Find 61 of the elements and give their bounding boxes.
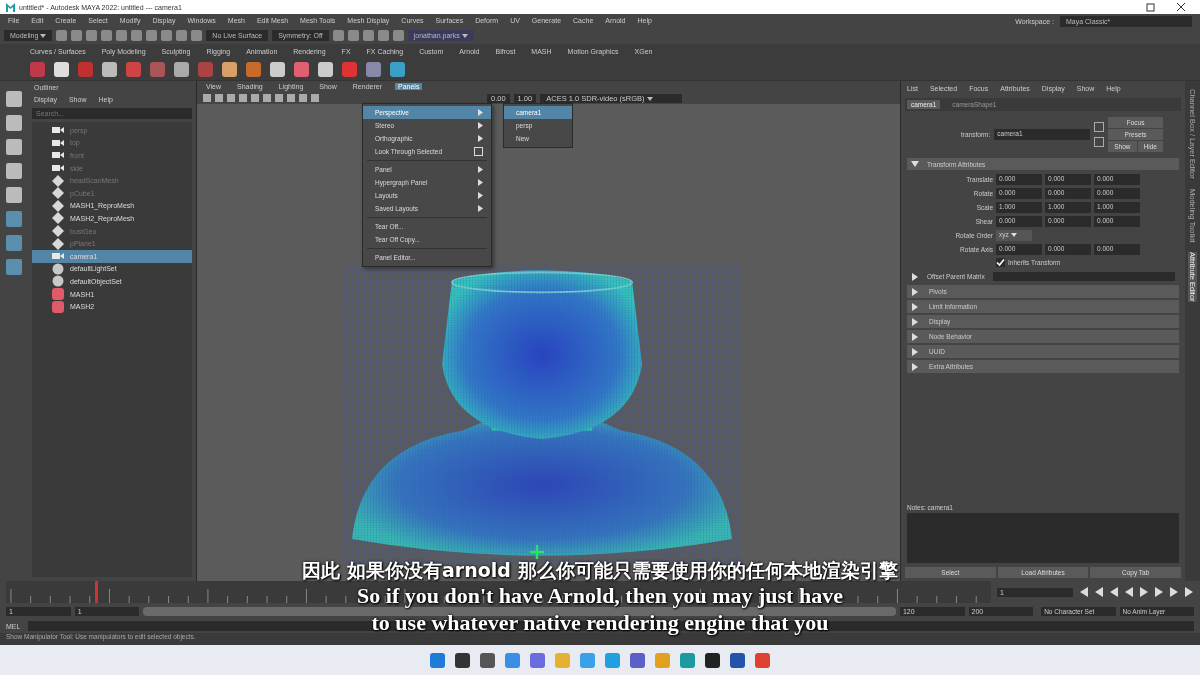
toolbar-icon[interactable] bbox=[71, 30, 83, 41]
option-box-icon bbox=[474, 147, 483, 156]
toolbar-icon[interactable] bbox=[101, 30, 113, 41]
toolbar-icon[interactable] bbox=[347, 30, 359, 41]
toolbar-icon[interactable] bbox=[146, 30, 158, 41]
axis-icon bbox=[530, 545, 544, 559]
camera-icon bbox=[52, 252, 64, 261]
toolbar-icon[interactable] bbox=[161, 30, 173, 41]
toggle-icon[interactable] bbox=[1094, 137, 1105, 147]
toolbar-icon[interactable] bbox=[56, 30, 68, 41]
taskbar-app-icon[interactable] bbox=[480, 652, 495, 668]
range-slider-handle[interactable] bbox=[143, 606, 896, 616]
shelf-icon[interactable] bbox=[222, 61, 237, 77]
shelf-icon[interactable] bbox=[102, 61, 117, 77]
set-icon bbox=[52, 275, 64, 288]
transform-icon bbox=[52, 174, 64, 187]
transform-icon bbox=[52, 187, 64, 200]
toolbar-icon[interactable] bbox=[131, 30, 143, 41]
shelf-icon[interactable] bbox=[366, 61, 381, 77]
set-icon bbox=[52, 262, 64, 275]
shelf-icon[interactable] bbox=[318, 61, 333, 77]
subtitle-line: So if you don't have Arnold, then you may just have bbox=[357, 583, 843, 609]
mash-node-icon bbox=[52, 300, 64, 313]
notes-field[interactable] bbox=[907, 513, 1179, 563]
subtitle-line: 因此 如果你没有arnold 那么你可能只需要使用你的任何本地渲染引擎 bbox=[302, 560, 898, 581]
toggle-icon[interactable] bbox=[1094, 122, 1105, 132]
taskbar-app-icon[interactable] bbox=[705, 652, 720, 668]
taskbar-app-icon[interactable] bbox=[730, 652, 745, 668]
checkbox[interactable] bbox=[996, 258, 1005, 267]
shelf-icon[interactable] bbox=[174, 61, 189, 77]
matrix-field[interactable] bbox=[992, 272, 1175, 281]
restore-icon[interactable] bbox=[1146, 2, 1156, 12]
toolbar-icon[interactable] bbox=[191, 30, 203, 41]
mash-node-icon bbox=[52, 288, 64, 300]
transform-icon bbox=[52, 212, 64, 225]
subtitle-line: to use whatever native rendering engine that you bbox=[371, 611, 829, 636]
app-logo-icon bbox=[6, 2, 15, 12]
transform-icon bbox=[52, 225, 64, 238]
toolbar-icon[interactable] bbox=[86, 30, 98, 41]
close-icon[interactable] bbox=[1176, 2, 1186, 12]
expanded-arrow-icon bbox=[911, 160, 919, 168]
caret-icon bbox=[1010, 233, 1017, 237]
toolbar-icon[interactable] bbox=[392, 30, 404, 41]
caret-icon bbox=[646, 96, 653, 101]
shelf-icon[interactable] bbox=[270, 61, 285, 77]
transform-icon bbox=[52, 237, 64, 250]
transform-icon bbox=[52, 199, 64, 212]
camera-icon bbox=[52, 151, 64, 160]
caret-icon bbox=[461, 34, 468, 38]
shelf-icon[interactable] bbox=[390, 61, 405, 77]
camera-icon bbox=[52, 164, 64, 173]
toolbar-icon[interactable] bbox=[116, 30, 128, 41]
camera-icon bbox=[52, 138, 64, 147]
toolbar-icon[interactable] bbox=[176, 30, 188, 41]
toolbar-icon[interactable] bbox=[332, 30, 344, 41]
toolbar-icon[interactable] bbox=[362, 30, 374, 41]
shelf-icon[interactable] bbox=[54, 61, 69, 77]
camera-icon bbox=[52, 126, 64, 135]
taskbar-app-icon[interactable] bbox=[455, 652, 470, 668]
toolbar-icon[interactable] bbox=[377, 30, 389, 41]
caret-icon bbox=[40, 34, 47, 38]
